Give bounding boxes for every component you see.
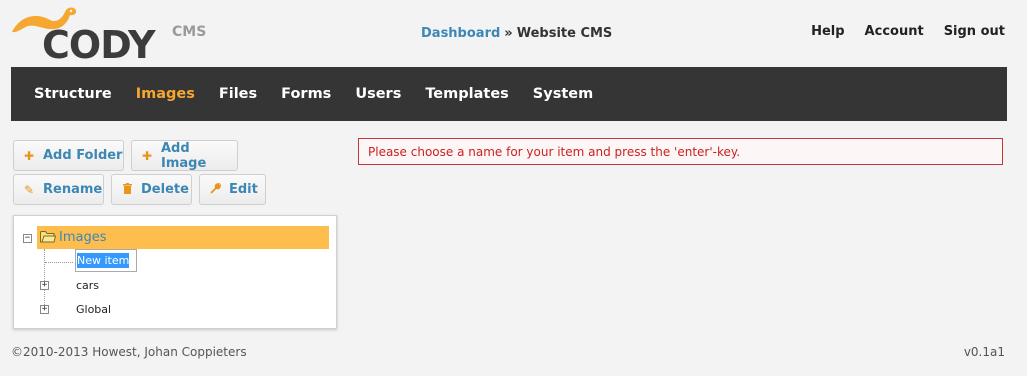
- info-message: Please choose a name for your item and p…: [358, 138, 1003, 165]
- add-image-button[interactable]: ✚ Add Image: [131, 140, 238, 171]
- top-links: Help Account Sign out: [811, 24, 1005, 39]
- footer-copyright: ©2010-2013 Howest, Johan Coppieters: [11, 345, 247, 359]
- collapse-icon[interactable]: −: [23, 234, 32, 243]
- logo-cms-label: CMS: [172, 24, 207, 40]
- breadcrumb-separator: »: [504, 26, 513, 41]
- breadcrumb: Dashboard » Website CMS: [421, 26, 612, 41]
- new-item-name-input[interactable]: New item: [75, 249, 137, 272]
- tree-connector: [45, 262, 73, 263]
- breadcrumb-dashboard-link[interactable]: Dashboard: [421, 26, 500, 41]
- signout-link[interactable]: Sign out: [944, 24, 1005, 39]
- nav-users[interactable]: Users: [355, 86, 401, 102]
- expand-icon[interactable]: +: [40, 281, 49, 290]
- edit-label: Edit: [229, 182, 258, 197]
- pencil-icon: ✎: [24, 182, 35, 197]
- rename-button[interactable]: ✎ Rename: [13, 174, 104, 205]
- tree-root-label[interactable]: Images: [59, 230, 107, 245]
- main-nav: Structure Images Files Forms Users Templ…: [11, 67, 1007, 121]
- delete-label: Delete: [141, 182, 189, 197]
- add-image-label: Add Image: [161, 140, 207, 171]
- nav-structure[interactable]: Structure: [34, 86, 112, 102]
- expand-icon[interactable]: +: [40, 305, 49, 314]
- edit-button[interactable]: Edit: [199, 174, 266, 205]
- logo-text: CODY: [42, 23, 155, 67]
- cody-logo[interactable]: CODY CMS: [10, 2, 210, 67]
- folder-open-icon: [40, 231, 56, 243]
- image-tree: − Images New item + cars + Global: [13, 215, 337, 329]
- tree-item-global[interactable]: Global: [76, 303, 111, 316]
- help-link[interactable]: Help: [811, 24, 844, 39]
- nav-forms[interactable]: Forms: [281, 86, 331, 102]
- rename-label: Rename: [43, 182, 103, 197]
- nav-files[interactable]: Files: [219, 86, 257, 102]
- trash-icon: [122, 182, 132, 197]
- tree-item-cars[interactable]: cars: [76, 279, 99, 292]
- delete-button[interactable]: Delete: [111, 174, 192, 205]
- add-folder-button[interactable]: ✚ Add Folder: [13, 140, 124, 171]
- nav-system[interactable]: System: [533, 86, 593, 102]
- add-folder-label: Add Folder: [43, 148, 123, 163]
- plus-icon: ✚: [142, 148, 153, 163]
- plus-icon: ✚: [24, 148, 35, 163]
- breadcrumb-current: Website CMS: [516, 26, 613, 41]
- nav-images[interactable]: Images: [136, 86, 195, 102]
- account-link[interactable]: Account: [865, 24, 924, 39]
- nav-templates[interactable]: Templates: [425, 86, 508, 102]
- footer-version: v0.1a1: [963, 345, 1005, 359]
- wrench-icon: [210, 182, 221, 197]
- new-item-value: New item: [77, 253, 130, 268]
